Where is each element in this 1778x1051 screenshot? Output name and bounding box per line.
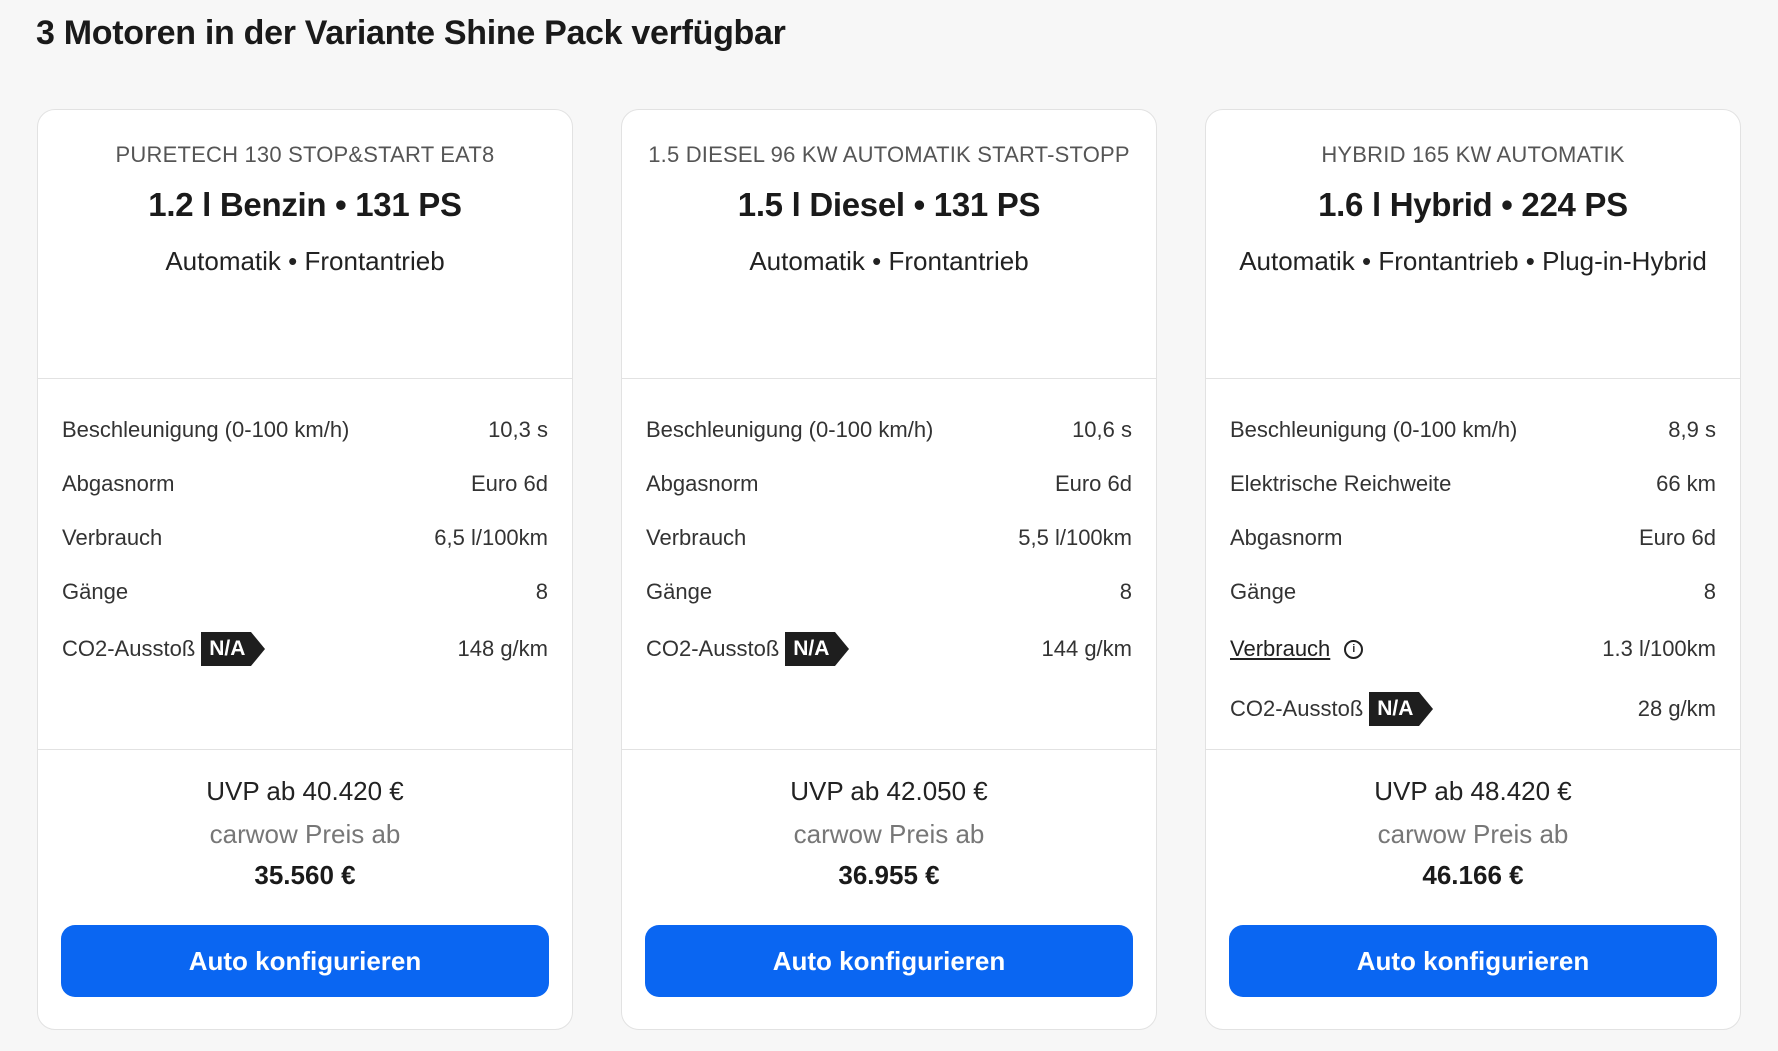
spec-label: Elektrische Reichweite <box>1230 471 1452 496</box>
carwow-price: 36.955 € <box>838 860 940 890</box>
spec-row-gears: Gänge 8 <box>646 565 1132 619</box>
engine-subline: Automatik • Frontantrieb <box>165 246 445 276</box>
spec-row-acceleration: Beschleunigung (0-100 km/h) 8,9 s <box>1230 403 1716 457</box>
card-header: 1.5 DIESEL 96 KW AUTOMATIK START-STOPP 1… <box>622 110 1156 379</box>
consumption-link[interactable]: Verbrauch <box>1230 636 1330 662</box>
carwow-price: 46.166 € <box>1422 860 1524 890</box>
spec-label: Verbrauch <box>646 525 747 550</box>
engine-card-benzin: PURETECH 130 STOP&START EAT8 1.2 l Benzi… <box>37 109 573 1030</box>
spec-value: 8 <box>1119 579 1132 604</box>
price-section: UVP ab 42.050 € carwow Preis ab 36.955 €… <box>622 750 1156 1029</box>
spec-value: 1.3 l/100km <box>1602 636 1716 661</box>
spec-value: 28 g/km <box>1637 696 1716 721</box>
engine-code: HYBRID 165 KW AUTOMATIK <box>1321 142 1625 167</box>
spec-label: Gänge <box>646 579 713 604</box>
engine-subline: Automatik • Frontantrieb <box>749 246 1029 276</box>
uvp-price: UVP ab 48.420 € <box>1374 776 1572 806</box>
carwow-price-label: carwow Preis ab <box>209 819 401 849</box>
price-section: UVP ab 40.420 € carwow Preis ab 35.560 €… <box>38 750 572 1029</box>
spec-value: 10,3 s <box>488 417 548 442</box>
engine-headline: 1.2 l Benzin • 131 PS <box>148 186 462 223</box>
spec-row-gears: Gänge 8 <box>62 565 548 619</box>
engine-headline: 1.5 l Diesel • 131 PS <box>737 186 1041 223</box>
configure-button[interactable]: Auto konfigurieren <box>645 925 1133 997</box>
spec-value: 6,5 l/100km <box>434 525 548 550</box>
uvp-price: UVP ab 42.050 € <box>790 776 988 806</box>
engine-cards: PURETECH 130 STOP&START EAT8 1.2 l Benzi… <box>37 109 1741 1030</box>
spec-label: CO2-Ausstoß <box>1230 696 1364 721</box>
configure-button[interactable]: Auto konfigurieren <box>61 925 549 997</box>
na-badge: N/A <box>785 632 850 666</box>
na-badge: N/A <box>201 632 266 666</box>
engine-card-diesel: 1.5 DIESEL 96 KW AUTOMATIK START-STOPP 1… <box>621 109 1157 1030</box>
spec-list: Beschleunigung (0-100 km/h) 10,6 s Abgas… <box>622 379 1156 750</box>
carwow-price: 35.560 € <box>254 860 356 890</box>
spec-value: 8,9 s <box>1668 417 1716 442</box>
spec-row-co2: CO2-Ausstoß N/A 28 g/km <box>1230 679 1716 739</box>
configure-button[interactable]: Auto konfigurieren <box>1229 925 1717 997</box>
spec-list: Beschleunigung (0-100 km/h) 10,3 s Abgas… <box>38 379 572 750</box>
carwow-price-label: carwow Preis ab <box>793 819 985 849</box>
spec-label: Verbrauch <box>62 525 163 550</box>
spec-row-emission-standard: Abgasnorm Euro 6d <box>62 457 548 511</box>
spec-value: 66 km <box>1656 471 1716 496</box>
spec-value: Euro 6d <box>1638 525 1716 550</box>
page: 3 Motoren in der Variante Shine Pack ver… <box>0 0 1778 1051</box>
spec-value: 8 <box>1703 579 1716 604</box>
spec-label: CO2-Ausstoß <box>62 636 196 661</box>
engine-headline: 1.6 l Hybrid • 224 PS <box>1318 186 1628 223</box>
spec-list: Beschleunigung (0-100 km/h) 8,9 s Elektr… <box>1206 379 1740 750</box>
price-section: UVP ab 48.420 € carwow Preis ab 46.166 €… <box>1206 750 1740 1029</box>
spec-label: Beschleunigung (0-100 km/h) <box>62 417 350 442</box>
spec-label: Gänge <box>62 579 129 604</box>
spec-label: Abgasnorm <box>62 471 175 496</box>
spec-value: Euro 6d <box>1054 471 1132 496</box>
spec-value: 10,6 s <box>1072 417 1132 442</box>
card-header: PURETECH 130 STOP&START EAT8 1.2 l Benzi… <box>38 110 572 379</box>
engine-code: PURETECH 130 STOP&START EAT8 <box>115 142 495 167</box>
spec-label: Abgasnorm <box>1230 525 1343 550</box>
spec-label: Beschleunigung (0-100 km/h) <box>646 417 934 442</box>
co2-label-group: CO2-Ausstoß N/A <box>1230 692 1434 726</box>
card-header: HYBRID 165 KW AUTOMATIK 1.6 l Hybrid • 2… <box>1206 110 1740 379</box>
spec-value: 148 g/km <box>457 636 549 661</box>
consumption-label-group: Verbrauch i <box>1230 636 1364 662</box>
page-title: 3 Motoren in der Variante Shine Pack ver… <box>36 14 786 52</box>
co2-label-group: CO2-Ausstoß N/A <box>646 632 850 666</box>
spec-value: 8 <box>535 579 548 604</box>
spec-row-electric-range: Elektrische Reichweite 66 km <box>1230 457 1716 511</box>
info-circle-icon[interactable]: i <box>1344 639 1364 659</box>
spec-row-consumption: Verbrauch 5,5 l/100km <box>646 511 1132 565</box>
engine-subline: Automatik • Frontantrieb • Plug-in-Hybri… <box>1239 246 1707 276</box>
spec-row-co2: CO2-Ausstoß N/A 144 g/km <box>646 619 1132 679</box>
spec-value: Euro 6d <box>470 471 548 496</box>
spec-row-emission-standard: Abgasnorm Euro 6d <box>646 457 1132 511</box>
spec-row-acceleration: Beschleunigung (0-100 km/h) 10,3 s <box>62 403 548 457</box>
spec-label: Beschleunigung (0-100 km/h) <box>1230 417 1518 442</box>
spec-row-gears: Gänge 8 <box>1230 565 1716 619</box>
spec-row-consumption: Verbrauch 6,5 l/100km <box>62 511 548 565</box>
spec-row-co2: CO2-Ausstoß N/A 148 g/km <box>62 619 548 679</box>
spec-row-acceleration: Beschleunigung (0-100 km/h) 10,6 s <box>646 403 1132 457</box>
spec-label: Abgasnorm <box>646 471 759 496</box>
spec-value: 5,5 l/100km <box>1018 525 1132 550</box>
spec-label: Gänge <box>1230 579 1297 604</box>
spec-row-emission-standard: Abgasnorm Euro 6d <box>1230 511 1716 565</box>
na-badge: N/A <box>1369 692 1434 726</box>
spec-label: CO2-Ausstoß <box>646 636 780 661</box>
uvp-price: UVP ab 40.420 € <box>206 776 404 806</box>
spec-value: 144 g/km <box>1041 636 1133 661</box>
co2-label-group: CO2-Ausstoß N/A <box>62 632 266 666</box>
carwow-price-label: carwow Preis ab <box>1377 819 1569 849</box>
engine-code: 1.5 DIESEL 96 KW AUTOMATIK START-STOPP <box>648 142 1130 167</box>
engine-card-hybrid: HYBRID 165 KW AUTOMATIK 1.6 l Hybrid • 2… <box>1205 109 1741 1030</box>
spec-row-consumption: Verbrauch i 1.3 l/100km <box>1230 619 1716 679</box>
